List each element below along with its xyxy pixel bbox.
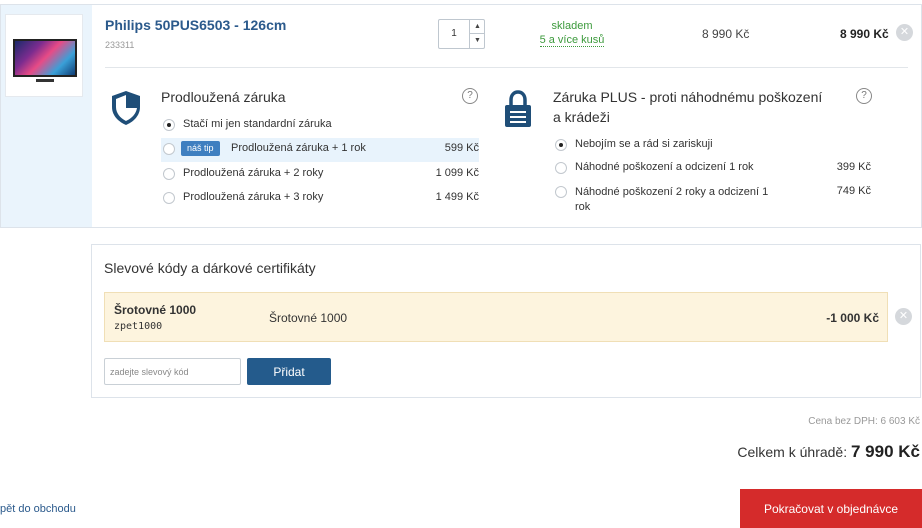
coupon-amount: -1 000 Kč xyxy=(826,311,879,325)
grand-total-amount: 7 990 Kč xyxy=(851,442,920,461)
option-label: Náhodné poškození a odcizení 1 rok xyxy=(575,161,754,173)
unit-price: 8 990 Kč xyxy=(702,27,750,41)
option-label: Stačí mi jen standardní záruka xyxy=(183,118,332,130)
grand-total-label: Celkem k úhradě: xyxy=(737,444,848,460)
remove-item-icon[interactable]: ✕ xyxy=(896,24,913,41)
option-label: Náhodné poškození 2 roky a odcizení 1 ro… xyxy=(575,185,768,215)
discount-code-input[interactable] xyxy=(104,358,241,385)
quantity-input[interactable]: 1 xyxy=(439,20,469,48)
cart-item-card: Philips 50PUS6503 - 126cm 233311 1 ▲ ▼ s… xyxy=(0,4,922,228)
warranty-option-3-years[interactable]: Prodloužená záruka + 3 roky 1 499 Kč xyxy=(161,187,479,209)
tv-image xyxy=(13,39,77,77)
line-total-price: 8 990 Kč xyxy=(840,27,889,41)
stock-quantity-link[interactable]: 5 a více kusů xyxy=(539,34,605,47)
lock-icon xyxy=(505,90,531,127)
continue-order-button[interactable]: Pokračovat v objednávce xyxy=(740,489,922,528)
insurance-title-line2: a krádeži xyxy=(553,109,610,125)
option-price: 749 Kč xyxy=(836,185,871,197)
warranty-option-2-years[interactable]: Prodloužená záruka + 2 roky 1 099 Kč xyxy=(161,163,479,185)
radio-icon[interactable] xyxy=(555,186,567,198)
radio-icon[interactable] xyxy=(163,119,175,131)
quantity-arrows: ▲ ▼ xyxy=(469,20,485,48)
our-tip-badge: náš tip xyxy=(181,141,220,156)
product-thumbnail[interactable] xyxy=(5,14,83,97)
option-price: 1 499 Kč xyxy=(435,191,479,203)
stock-info: skladem 5 a více kusů xyxy=(522,20,622,47)
product-code: 233311 xyxy=(105,40,135,50)
option-label-line1: Náhodné poškození 2 roky a odcizení 1 xyxy=(575,186,769,198)
coupon-description: Šrotovné 1000 xyxy=(269,311,348,325)
insurance-title: Záruka PLUS - proti náhodnému poškození … xyxy=(553,87,853,127)
option-price: 599 Kč xyxy=(444,142,479,154)
discount-title: Slevové kódy a dárkové certifikáty xyxy=(104,260,316,276)
radio-icon[interactable] xyxy=(555,162,567,174)
remove-coupon-icon[interactable]: ✕ xyxy=(895,308,912,325)
quantity-stepper: 1 ▲ ▼ xyxy=(438,19,485,49)
insurance-help-icon[interactable]: ? xyxy=(856,88,872,104)
discount-codes-panel: Slevové kódy a dárkové certifikáty Šroto… xyxy=(91,244,921,398)
option-label: Prodloužená záruka + 3 roky xyxy=(183,191,324,203)
warranty-help-icon[interactable]: ? xyxy=(462,88,478,104)
product-name-link[interactable]: Philips 50PUS6503 - 126cm xyxy=(105,17,286,33)
price-without-vat: Cena bez DPH: 6 603 Kč xyxy=(808,416,920,427)
coupon-code: zpet1000 xyxy=(114,321,163,332)
insurance-option-2-years[interactable]: Náhodné poškození 2 roky a odcizení 1 ro… xyxy=(553,181,871,217)
stock-status: skladem xyxy=(551,20,593,32)
option-label: Prodloužená záruka + 2 roky xyxy=(183,167,324,179)
option-price: 399 Kč xyxy=(836,161,871,173)
quantity-down-icon[interactable]: ▼ xyxy=(470,34,485,48)
warranty-option-1-year[interactable]: náš tip Prodloužená záruka + 1 rok 599 K… xyxy=(161,138,479,162)
warranty-option-standard[interactable]: Stačí mi jen standardní záruka xyxy=(161,114,479,136)
radio-icon[interactable] xyxy=(163,143,175,155)
add-discount-button[interactable]: Přidat xyxy=(247,358,331,385)
applied-coupon: Šrotovné 1000 zpet1000 Šrotovné 1000 -1 … xyxy=(104,292,888,342)
option-label: Prodloužená záruka + 1 rok xyxy=(231,142,366,154)
shield-icon xyxy=(112,91,140,125)
radio-icon[interactable] xyxy=(555,139,567,151)
cart-item-details: Philips 50PUS6503 - 126cm 233311 1 ▲ ▼ s… xyxy=(92,5,921,227)
insurance-title-line1: Záruka PLUS - proti náhodnému poškození xyxy=(553,89,823,105)
back-to-shop-link[interactable]: pět do obchodu xyxy=(0,503,76,515)
option-label-line2: rok xyxy=(575,201,591,213)
radio-icon[interactable] xyxy=(163,192,175,204)
tv-stand xyxy=(36,79,54,82)
option-price: 1 099 Kč xyxy=(435,167,479,179)
radio-icon[interactable] xyxy=(163,168,175,180)
insurance-option-none[interactable]: Nebojím se a rád si zariskuji xyxy=(553,134,871,156)
coupon-name: Šrotovné 1000 xyxy=(114,303,197,317)
quantity-up-icon[interactable]: ▲ xyxy=(470,20,485,34)
option-label: Nebojím se a rád si zariskuji xyxy=(575,138,713,150)
divider xyxy=(105,67,908,68)
insurance-option-1-year[interactable]: Náhodné poškození a odcizení 1 rok 399 K… xyxy=(553,157,871,179)
grand-total: Celkem k úhradě: 7 990 Kč xyxy=(737,442,920,462)
warranty-title: Prodloužená záruka xyxy=(161,89,286,105)
